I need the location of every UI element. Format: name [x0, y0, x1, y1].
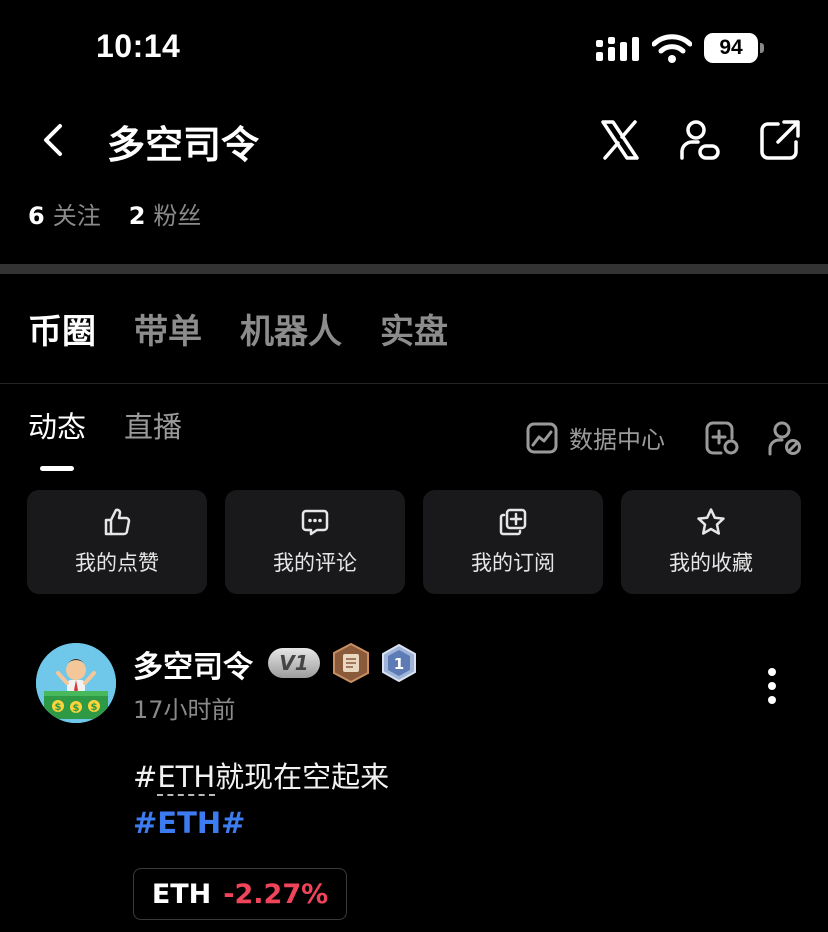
user-block-icon[interactable] [766, 420, 802, 456]
status-bar: 10:14 94 [0, 0, 828, 100]
battery-tip [760, 43, 764, 53]
section-divider [0, 264, 828, 274]
my-likes-label: 我的点赞 [75, 551, 159, 575]
level-badge-number: 1 [394, 655, 404, 673]
my-favorites-card[interactable]: 我的收藏 [621, 490, 801, 594]
my-favorites-label: 我的收藏 [669, 551, 753, 575]
back-arrow-icon[interactable] [36, 120, 72, 160]
data-center-button[interactable]: 数据中心 [525, 420, 665, 455]
tab-bots[interactable]: 机器人 [240, 304, 342, 353]
level-badge-icon: 1 [382, 644, 416, 682]
share-icon[interactable] [758, 118, 802, 162]
status-time: 10:14 [96, 28, 181, 64]
data-center-label: 数据中心 [569, 426, 665, 454]
ticker-chip[interactable]: ETH -2.27% [133, 868, 347, 920]
avatar[interactable]: $ $ $ [36, 643, 116, 723]
followers-count: 2 [128, 202, 146, 230]
post-text-hash: # [133, 760, 158, 794]
post-time: 17小时前 [133, 696, 236, 724]
active-tab-indicator [40, 466, 74, 471]
ticker-change: -2.27% [223, 878, 329, 910]
tab-crypto[interactable]: 币圈 [28, 304, 96, 353]
following-stat[interactable]: 6 关注 [28, 196, 101, 231]
vip-badge: V1 [268, 648, 320, 678]
my-comments-label: 我的评论 [273, 551, 357, 575]
author-name[interactable]: 多空司令 [133, 642, 253, 686]
follow-stats: 6 关注 2 粉丝 [28, 196, 201, 231]
x-logo-icon[interactable] [598, 118, 642, 162]
battery-indicator: 94 [704, 33, 764, 63]
medal-badge-icon [333, 642, 369, 684]
my-comments-card[interactable]: 我的评论 [225, 490, 405, 594]
quick-actions: 我的点赞 我的评论 我的订阅 我的收藏 [27, 490, 801, 594]
followers-label: 粉丝 [153, 202, 202, 230]
tabs-divider [0, 383, 828, 384]
my-likes-card[interactable]: 我的点赞 [27, 490, 207, 594]
wifi-icon [652, 34, 692, 63]
followers-stat[interactable]: 2 粉丝 [129, 196, 202, 231]
post-body: #ETH就现在空起来 [133, 754, 389, 796]
eth-inline-link[interactable]: ETH [157, 760, 216, 796]
svg-text:$: $ [73, 703, 80, 714]
my-subscriptions-label: 我的订阅 [471, 551, 555, 575]
ticker-symbol: ETH [151, 878, 212, 910]
following-count: 6 [28, 202, 45, 230]
subscribe-icon [499, 508, 527, 536]
post-hashtag[interactable]: #ETH# [133, 806, 245, 840]
profile-edit-icon[interactable] [678, 118, 722, 162]
avatar-money-illustration: $ $ $ [36, 643, 116, 723]
post-text-rest: 就现在空起来 [215, 760, 390, 794]
svg-text:$: $ [91, 702, 98, 713]
star-icon [697, 508, 725, 535]
svg-text:$: $ [55, 702, 62, 713]
comment-icon [301, 509, 329, 536]
tab-live-trading[interactable]: 实盘 [380, 304, 448, 353]
thumbs-up-icon [104, 508, 131, 536]
my-subscriptions-card[interactable]: 我的订阅 [423, 490, 603, 594]
tab-live[interactable]: 直播 [124, 404, 182, 446]
battery-level: 94 [704, 33, 758, 63]
sub-tabs: 动态 直播 [28, 404, 182, 446]
following-label: 关注 [52, 202, 101, 230]
tab-copy-trading[interactable]: 带单 [134, 304, 202, 353]
page-header: 多空司令 [0, 100, 828, 180]
add-post-icon[interactable] [704, 420, 740, 456]
tab-feed[interactable]: 动态 [28, 404, 86, 446]
cellular-signal-icon [596, 37, 639, 61]
main-tabs: 币圈 带单 机器人 实盘 [28, 304, 448, 353]
page-title: 多空司令 [107, 123, 260, 167]
chart-icon [526, 422, 558, 453]
more-options-icon[interactable] [762, 666, 782, 706]
